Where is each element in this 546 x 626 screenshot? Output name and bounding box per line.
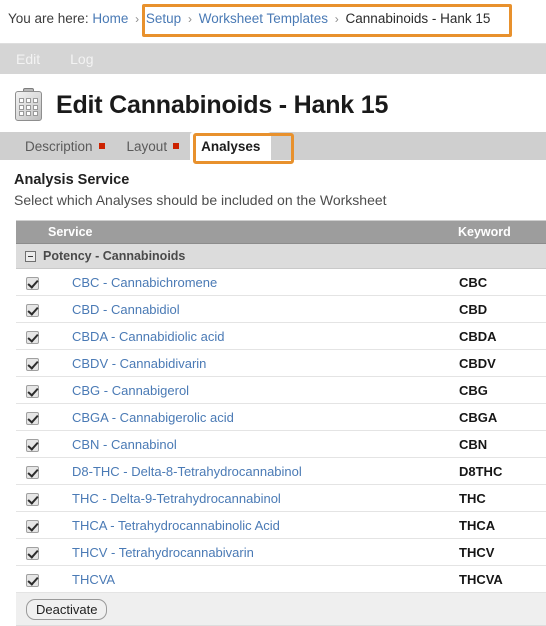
row-checkbox[interactable] [25, 438, 39, 452]
table-body: Potency - Cannabinoids CBC - Cannabichro… [16, 243, 546, 626]
row-checkbox[interactable] [25, 357, 39, 371]
row-checkbox[interactable] [25, 384, 39, 398]
menu-item-edit[interactable]: Edit [16, 51, 40, 67]
required-marker-icon [98, 143, 105, 149]
row-checkbox[interactable] [25, 546, 39, 560]
table-row[interactable]: CBDA - Cannabidiolic acid CBDA [16, 322, 546, 350]
table-row[interactable]: CBG - Cannabigerol CBG [16, 376, 546, 404]
breadcrumb-link-worksheet-templates[interactable]: Worksheet Templates [199, 11, 328, 26]
table-row[interactable]: D8-THC - Delta-8-Tetrahydrocannabinol D8… [16, 457, 546, 485]
required-marker-icon [173, 143, 180, 149]
section-title: Analysis Service [14, 172, 130, 188]
tab-layout-label: Layout [126, 138, 168, 154]
service-link[interactable]: THC - Delta-9-Tetrahydrocannabinol [72, 491, 281, 506]
collapse-minus-icon[interactable] [25, 250, 36, 262]
service-link[interactable]: THCA - Tetrahydrocannabinolic Acid [72, 518, 280, 533]
service-keyword: CBD [458, 295, 546, 323]
analysis-service-section: Analysis Service Select which Analyses s… [0, 160, 546, 208]
tab-description[interactable]: Description [14, 132, 116, 160]
service-link[interactable]: CBDV - Cannabidivarin [72, 356, 206, 371]
form-tabs-bar: Description Layout Analyses [0, 132, 546, 164]
service-keyword: THC [458, 484, 546, 512]
column-header-select [16, 221, 48, 244]
tab-description-label: Description [25, 138, 93, 154]
row-checkbox[interactable] [25, 303, 39, 317]
service-link[interactable]: D8-THC - Delta-8-Tetrahydrocannabinol [72, 464, 302, 479]
analysis-services-table: Service Keyword Potency - Cannabinoids C… [16, 221, 546, 626]
service-keyword: CBG [458, 376, 546, 404]
column-header-service[interactable]: Service [48, 221, 458, 244]
breadcrumb-current: Cannabinoids - Hank 15 [345, 11, 491, 26]
page-header: Edit Cannabinoids - Hank 15 [0, 74, 546, 132]
service-link[interactable]: THCVA [72, 572, 115, 587]
service-keyword: CBN [458, 430, 546, 458]
breadcrumb: You are here: Home › Setup › Worksheet T… [8, 11, 490, 26]
row-checkbox[interactable] [25, 492, 39, 506]
section-description: Select which Analyses should be included… [14, 192, 387, 208]
service-keyword: CBC [458, 268, 546, 296]
row-checkbox[interactable] [25, 276, 39, 290]
column-header-keyword[interactable]: Keyword [458, 221, 546, 244]
breadcrumb-separator: › [187, 12, 192, 26]
table-row[interactable]: THCA - Tetrahydrocannabinolic Acid THCA [16, 511, 546, 539]
table-row[interactable]: CBDV - Cannabidivarin CBDV [16, 349, 546, 377]
breadcrumb-separator: › [334, 12, 339, 26]
table-row[interactable]: CBN - Cannabinol CBN [16, 430, 546, 458]
breadcrumb-link-setup[interactable]: Setup [146, 11, 181, 26]
analysis-services-table-wrapper: Service Keyword Potency - Cannabinoids C… [16, 220, 546, 626]
service-keyword: CBDA [458, 322, 546, 350]
service-keyword: CBGA [458, 403, 546, 431]
tab-layout[interactable]: Layout [116, 132, 191, 160]
table-row[interactable]: CBGA - Cannabigerolic acid CBGA [16, 403, 546, 431]
row-checkbox[interactable] [25, 465, 39, 479]
row-checkbox[interactable] [25, 411, 39, 425]
service-link[interactable]: THCV - Tetrahydrocannabivarin [72, 545, 254, 560]
breadcrumb-link-home[interactable]: Home [92, 11, 128, 26]
service-link[interactable]: CBGA - Cannabigerolic acid [72, 410, 234, 425]
deactivate-button[interactable]: Deactivate [26, 598, 108, 620]
category-row-potency-cannabinoids[interactable]: Potency - Cannabinoids [16, 243, 546, 269]
row-checkbox[interactable] [25, 573, 39, 587]
service-keyword: THCVA [458, 565, 546, 593]
worksheet-clipboard-icon [14, 88, 44, 122]
table-row[interactable]: THCV - Tetrahydrocannabivarin THCV [16, 538, 546, 566]
service-keyword: THCA [458, 511, 546, 539]
table-row[interactable]: THCVA THCVA [16, 565, 546, 593]
table-row[interactable]: CBC - Cannabichromene CBC [16, 268, 546, 296]
service-keyword: CBDV [458, 349, 546, 377]
tab-analyses[interactable]: Analyses [190, 132, 272, 160]
table-row[interactable]: CBD - Cannabidiol CBD [16, 295, 546, 323]
tab-analyses-label: Analyses [201, 138, 261, 154]
breadcrumb-bar: You are here: Home › Setup › Worksheet T… [0, 0, 546, 44]
table-header-row: Service Keyword [16, 221, 546, 244]
content-menu-bar: Edit Log [0, 44, 546, 74]
breadcrumb-prefix: You are here: [8, 11, 89, 26]
service-link[interactable]: CBN - Cannabinol [72, 437, 177, 452]
table-footer-row: Deactivate [16, 592, 546, 626]
service-link[interactable]: CBDA - Cannabidiolic acid [72, 329, 224, 344]
service-link[interactable]: CBG - Cannabigerol [72, 383, 189, 398]
service-keyword: D8THC [458, 457, 546, 485]
table-row[interactable]: THC - Delta-9-Tetrahydrocannabinol THC [16, 484, 546, 512]
service-link[interactable]: CBC - Cannabichromene [72, 275, 217, 290]
page-title: Edit Cannabinoids - Hank 15 [56, 90, 389, 119]
menu-item-log[interactable]: Log [70, 51, 93, 67]
row-checkbox[interactable] [25, 519, 39, 533]
category-label: Potency - Cannabinoids [43, 249, 186, 263]
service-link[interactable]: CBD - Cannabidiol [72, 302, 180, 317]
service-keyword: THCV [458, 538, 546, 566]
breadcrumb-separator: › [135, 12, 140, 26]
row-checkbox[interactable] [25, 330, 39, 344]
